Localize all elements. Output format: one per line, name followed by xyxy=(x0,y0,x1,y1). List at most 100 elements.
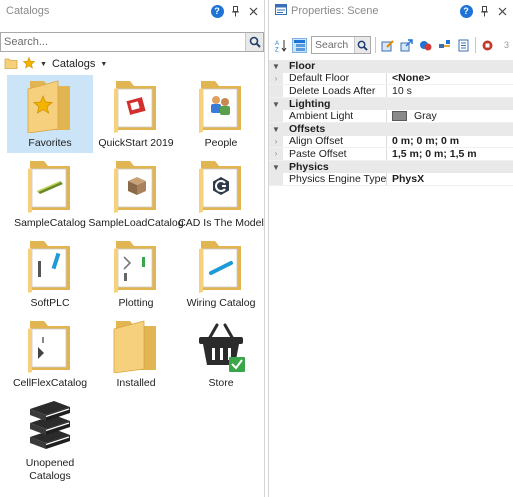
breadcrumb: ▼ Catalogs ▼ xyxy=(4,55,107,73)
folder-wiring-icon xyxy=(199,241,241,293)
edit-props-icon[interactable] xyxy=(380,38,395,53)
property-value[interactable]: 1,5 m; 0 m; 1,5 m xyxy=(387,148,513,160)
expand-icon[interactable]: › xyxy=(269,135,283,148)
property-search-input[interactable]: Search xyxy=(311,36,371,54)
overflow-icon[interactable]: 3 xyxy=(499,38,513,53)
property-grid: ▼ Floor › Default Floor <None> Delete Lo… xyxy=(269,60,513,186)
row-gutter xyxy=(269,173,283,185)
basket-store-icon xyxy=(199,323,245,372)
folder-softplc-icon xyxy=(28,241,70,293)
help-icon[interactable]: ? xyxy=(459,4,473,18)
category-label: Floor xyxy=(289,60,316,73)
folder-installed-icon xyxy=(113,320,156,373)
export-icon[interactable] xyxy=(399,38,414,53)
help-icon[interactable]: ? xyxy=(210,4,224,18)
categorized-view-icon[interactable] xyxy=(292,37,307,53)
search-icon[interactable] xyxy=(354,37,370,53)
category-floor[interactable]: ▼ Floor xyxy=(269,60,513,73)
property-row[interactable]: Delete Loads After 10 s xyxy=(269,85,513,98)
category-label: Lighting xyxy=(289,98,331,111)
properties-icon xyxy=(275,4,287,18)
svg-text:Z: Z xyxy=(275,47,279,52)
folder-sample-icon xyxy=(28,161,70,213)
expand-icon[interactable]: › xyxy=(269,72,283,85)
property-value[interactable]: 10 s xyxy=(387,85,513,97)
component-icon[interactable] xyxy=(480,38,495,53)
color-swatch xyxy=(392,111,407,122)
document-icon[interactable] xyxy=(456,38,471,53)
toolbar-separator xyxy=(475,37,476,53)
property-name: Paste Offset xyxy=(283,148,387,160)
catalog-search-input[interactable]: Search... xyxy=(0,32,264,52)
close-icon[interactable] xyxy=(246,4,260,18)
catalogs-titlebar: Catalogs ? xyxy=(0,0,264,22)
property-row[interactable]: › Align Offset 0 m; 0 m; 0 m xyxy=(269,135,513,149)
catalog-label: Favorites xyxy=(28,137,72,149)
folder-favorites-icon xyxy=(27,80,70,133)
pin-icon[interactable] xyxy=(477,4,491,18)
properties-toolbar: AZ Search 3 xyxy=(269,34,513,56)
folder-people-icon xyxy=(199,81,241,133)
catalog-tile-quickstart-2019[interactable]: QuickStart 2019 xyxy=(93,75,179,153)
catalog-label: CellFlexCatalog xyxy=(12,377,88,389)
property-row[interactable]: Ambient Light Gray xyxy=(269,110,513,123)
collapse-icon[interactable]: ▼ xyxy=(269,60,283,73)
catalog-tile-cad-is-the-model[interactable]: CAD Is The Model xyxy=(178,155,264,233)
properties-panel: Properties: Scene ? AZ Search 3 ▼ Floor … xyxy=(268,0,513,497)
folder-quickstart-icon xyxy=(114,81,156,133)
category-physics[interactable]: ▼ Physics xyxy=(269,160,513,174)
property-value: Gray xyxy=(414,110,437,122)
object-type-icon[interactable] xyxy=(418,38,433,53)
breadcrumb-catalogs[interactable]: Catalogs xyxy=(52,58,95,70)
property-value[interactable]: <None> xyxy=(387,73,513,85)
catalog-label: Plotting xyxy=(118,297,154,309)
sort-alphabetical-icon[interactable]: AZ xyxy=(273,38,288,53)
property-name: Align Offset xyxy=(283,135,387,148)
property-search-placeholder: Search xyxy=(315,39,349,51)
property-row[interactable]: › Default Floor <None> xyxy=(269,72,513,86)
folder-plotting-icon xyxy=(114,241,156,293)
catalog-label: Installed xyxy=(116,377,156,389)
collapse-icon[interactable]: ▼ xyxy=(269,122,283,136)
catalog-tile-wiring-catalog[interactable]: Wiring Catalog xyxy=(178,235,264,313)
expand-icon[interactable]: › xyxy=(269,148,283,160)
catalogs-panel: Catalogs ? Search... ▼ Catalogs ▼ Favori… xyxy=(0,0,265,497)
property-value[interactable]: 0 m; 0 m; 0 m xyxy=(387,136,513,148)
connect-icon[interactable] xyxy=(437,38,452,53)
property-value[interactable]: PhysX xyxy=(387,173,513,185)
catalogs-title: Catalogs xyxy=(6,5,50,17)
search-icon[interactable] xyxy=(245,33,263,51)
property-value-color[interactable]: Gray xyxy=(387,110,513,122)
catalog-tile-softplc[interactable]: SoftPLC xyxy=(7,235,93,313)
catalog-label: CAD Is The Model xyxy=(178,217,264,229)
properties-titlebar: Properties: Scene ? xyxy=(269,0,513,22)
catalog-tile-samplecatalog[interactable]: SampleCatalog xyxy=(7,155,93,233)
catalog-tile-installed[interactable]: Installed xyxy=(93,315,179,393)
favorite-star-icon[interactable] xyxy=(22,56,36,72)
property-row[interactable]: › Paste Offset 1,5 m; 0 m; 1,5 m xyxy=(269,148,513,161)
close-icon[interactable] xyxy=(495,4,509,18)
catalog-tile-plotting[interactable]: Plotting xyxy=(93,235,179,313)
pin-icon[interactable] xyxy=(228,4,242,18)
property-name: Delete Loads After xyxy=(283,85,387,97)
catalog-tile-cellflexcatalog[interactable]: CellFlexCatalog xyxy=(7,315,93,393)
catalog-tile-store[interactable]: Store xyxy=(178,315,264,393)
catalog-tile-favorites[interactable]: Favorites xyxy=(7,75,93,153)
chevron-down-icon[interactable]: ▼ xyxy=(100,61,107,68)
chevron-down-icon[interactable]: ▼ xyxy=(40,61,47,68)
property-name: Default Floor xyxy=(283,72,387,85)
category-offsets[interactable]: ▼ Offsets xyxy=(269,122,513,136)
folder-up-icon[interactable] xyxy=(4,57,18,72)
collapse-icon[interactable]: ▼ xyxy=(269,160,283,174)
catalog-tile-unopened-catalogs[interactable]: Unopened Catalogs xyxy=(7,395,93,491)
catalog-label: QuickStart 2019 xyxy=(98,137,174,149)
property-row[interactable]: Physics Engine Type PhysX xyxy=(269,173,513,186)
properties-title: Properties: Scene xyxy=(291,5,379,17)
catalog-tile-people[interactable]: People xyxy=(178,75,264,153)
catalog-label: SoftPLC xyxy=(30,297,70,309)
category-label: Offsets xyxy=(289,123,326,136)
collapse-icon[interactable]: ▼ xyxy=(269,97,283,111)
category-lighting[interactable]: ▼ Lighting xyxy=(269,97,513,111)
catalog-tile-sampleloadcatalog[interactable]: SampleLoadCatalog xyxy=(88,155,184,233)
catalog-label: Unopened Catalogs xyxy=(25,457,75,482)
